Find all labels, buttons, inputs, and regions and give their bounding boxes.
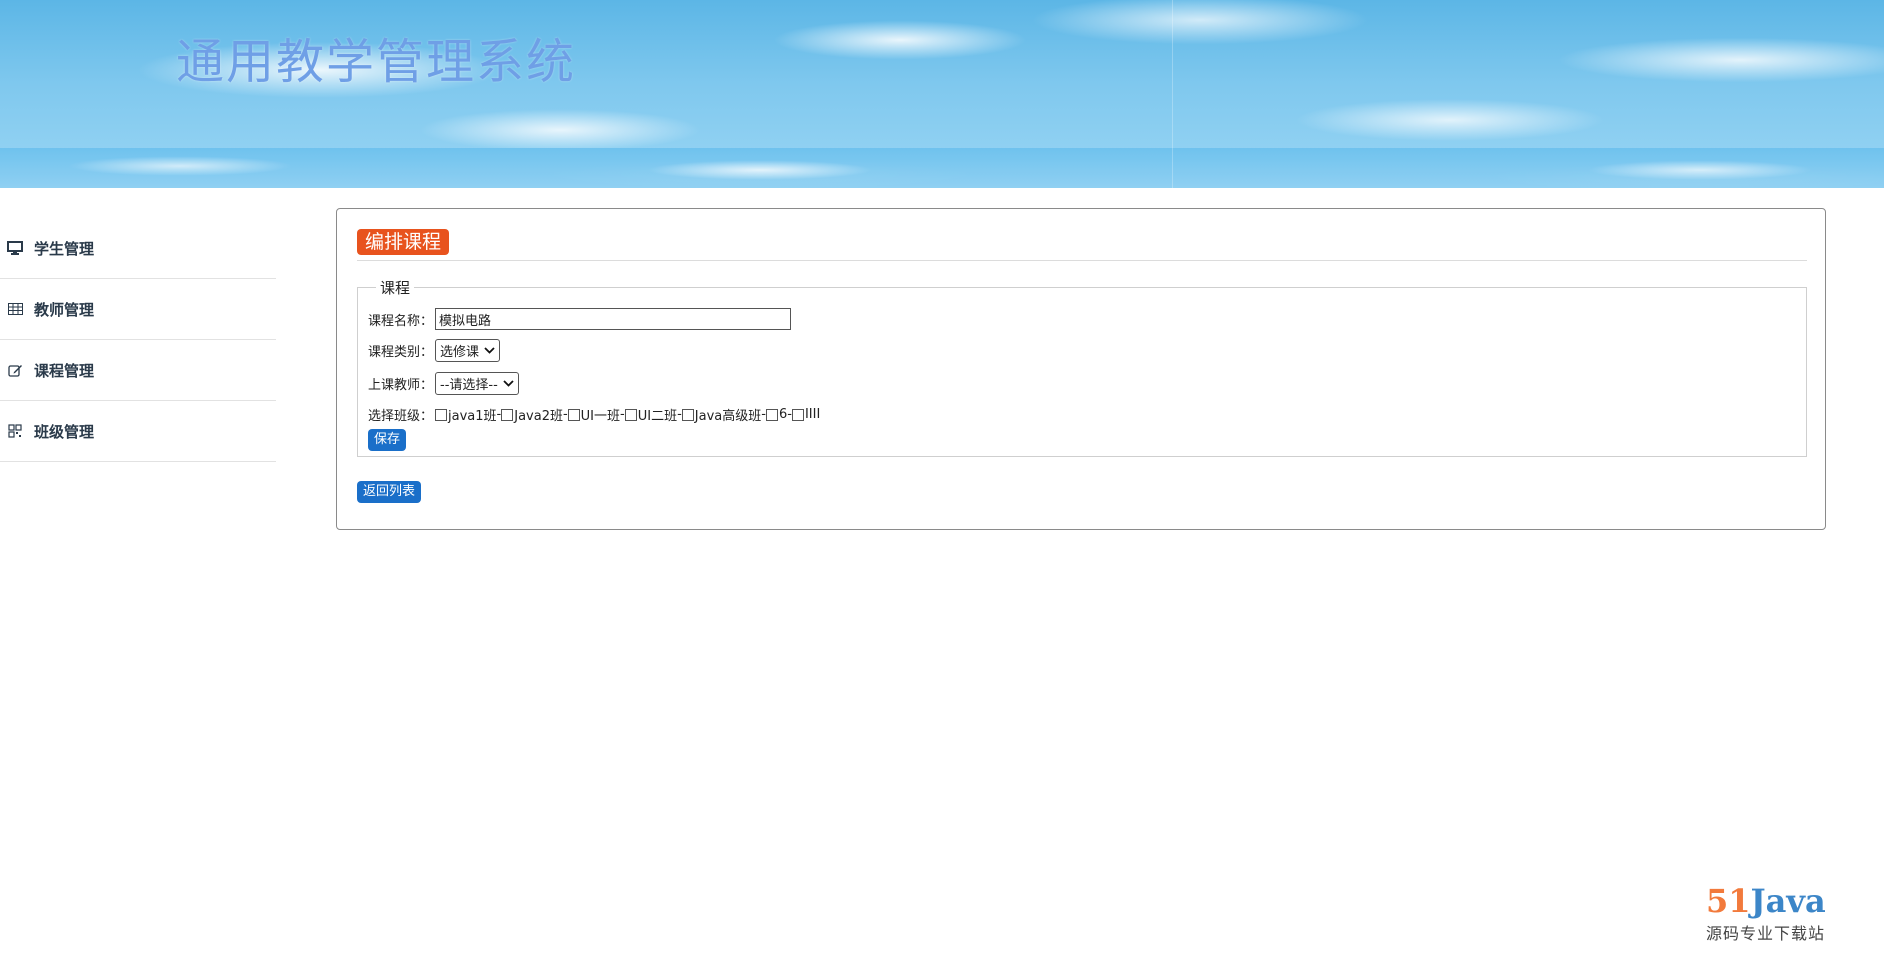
table-icon (6, 300, 24, 318)
class-label: 选择班级： (368, 409, 434, 424)
class-option[interactable]: UI二班 (624, 405, 678, 424)
edit-icon (6, 361, 24, 379)
sidebar-item-courses[interactable]: 课程管理 (0, 340, 276, 401)
watermark-logo: 51Java 源码专业下载站 (1706, 884, 1836, 944)
chevron-down-icon (503, 380, 514, 387)
panel-title: 编排课程 (357, 229, 450, 255)
monitor-icon (6, 239, 24, 257)
app-title: 通用教学管理系统 (176, 34, 577, 90)
class-option-label: Java2班 (514, 409, 563, 424)
banner-strip (0, 148, 1884, 188)
class-option-label: IIII (804, 407, 821, 422)
class-option-label: java1班 (448, 409, 497, 424)
course-type-label: 课程类别： (368, 345, 434, 360)
back-to-list-button[interactable]: 返回列表 (357, 481, 422, 503)
header-banner: 通用教学管理系统 (0, 0, 1884, 188)
watermark-brand: 51Java (1706, 884, 1836, 918)
course-name-row: 课程名称： 模拟电路 (368, 308, 792, 330)
panel-header: 编排课程 (357, 229, 1807, 261)
watermark-subtitle: 源码专业下载站 (1706, 924, 1826, 943)
fieldset-legend: 课程 (376, 277, 415, 298)
teacher-label: 上课教师： (368, 378, 434, 393)
course-name-label: 课程名称： (368, 313, 434, 329)
course-type-value: 选修课 (440, 345, 480, 360)
class-option[interactable]: Java高级班 (681, 405, 762, 424)
class-checkbox[interactable] (791, 408, 804, 421)
class-option-label: 6 (778, 407, 788, 422)
teacher-select[interactable]: --请选择-- (435, 372, 519, 395)
course-type-select[interactable]: 选修课 (435, 339, 501, 362)
sidebar: 学生管理 教师管理 课程管理 班级管理 (0, 218, 276, 462)
teacher-row: 上课教师： --请选择-- (368, 372, 519, 395)
sidebar-item-teachers[interactable]: 教师管理 (0, 279, 276, 340)
sidebar-item-label: 教师管理 (34, 300, 95, 319)
class-option-label: Java高级班 (694, 409, 762, 424)
course-name-input[interactable]: 模拟电路 (435, 308, 792, 330)
sidebar-item-label: 课程管理 (34, 361, 95, 380)
grid-icon (6, 422, 24, 440)
course-edit-panel: 编排课程 课程 课程名称： 模拟电路 课程类别： 选修课 上课教师： --请选择 (336, 208, 1826, 530)
class-checkbox[interactable] (567, 408, 580, 421)
watermark-brand-number: 51 (1706, 882, 1751, 920)
class-option[interactable]: IIII (791, 407, 821, 422)
course-type-row: 课程类别： 选修课 (368, 339, 501, 362)
sidebar-item-label: 班级管理 (34, 422, 95, 441)
class-select-row: 选择班级： java1班 - Java2班 - UI一班 - UI二班 - Java高级班 -6-… (368, 405, 820, 424)
teacher-value: --请选择-- (440, 378, 498, 393)
class-checkbox[interactable] (624, 408, 637, 421)
class-checkbox[interactable] (681, 408, 694, 421)
class-option[interactable]: 6 (765, 407, 788, 422)
class-option[interactable]: UI一班 (567, 405, 621, 424)
sidebar-item-students[interactable]: 学生管理 (0, 218, 276, 279)
class-option[interactable]: java1班 (435, 405, 497, 424)
banner-seam (1172, 0, 1173, 188)
sidebar-item-classes[interactable]: 班级管理 (0, 401, 276, 462)
class-option[interactable]: Java2班 (501, 405, 563, 424)
class-option-label: UI二班 (637, 409, 678, 424)
class-checkbox[interactable] (435, 408, 448, 421)
class-checkbox[interactable] (765, 408, 778, 421)
chevron-down-icon (484, 347, 495, 354)
sidebar-item-label: 学生管理 (34, 239, 95, 258)
save-button[interactable]: 保存 (368, 429, 407, 451)
class-option-label: UI一班 (580, 409, 621, 424)
watermark-brand-text: Java (1750, 882, 1826, 920)
save-row: 保存 (368, 429, 407, 451)
course-fieldset: 课程 课程名称： 模拟电路 课程类别： 选修课 上课教师： --请选择-- 选择… (357, 277, 1807, 457)
class-checkbox[interactable] (501, 408, 514, 421)
course-name-value: 模拟电路 (439, 313, 492, 329)
